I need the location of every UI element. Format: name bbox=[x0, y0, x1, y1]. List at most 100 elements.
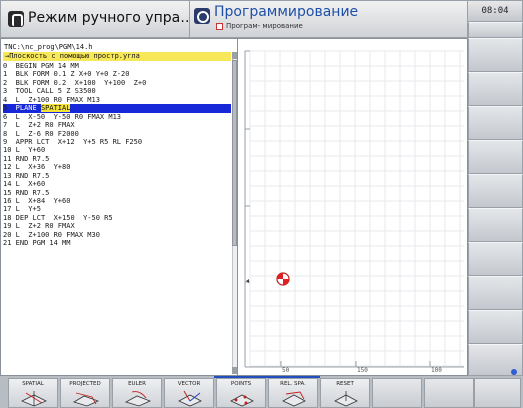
program-graphic[interactable]: 50 150 100 bbox=[238, 38, 468, 376]
program-line[interactable]: 1 BLK FORM 0.1 Z X+0 Y+0 Z-20 bbox=[3, 70, 231, 78]
program-line[interactable]: 6 L X-50 Y-50 R0 FMAX M13 bbox=[3, 113, 231, 121]
scroll-down-arrow[interactable] bbox=[232, 367, 237, 374]
manual-mode-title: Режим ручного упра… bbox=[28, 10, 195, 26]
program-line[interactable]: 13 RND R7.5 bbox=[3, 172, 231, 180]
vertical-softkey-2[interactable] bbox=[468, 38, 523, 72]
softkey-rel-spa[interactable]: REL. SPA. bbox=[268, 378, 318, 408]
program-line[interactable]: 11 RND R7.5 bbox=[3, 155, 231, 163]
line-code: L Z-6 R0 F2000 bbox=[7, 129, 79, 138]
vertical-softkey-1[interactable] bbox=[468, 22, 523, 38]
vertical-softkey-5[interactable] bbox=[468, 140, 523, 174]
vertical-softkey-10[interactable] bbox=[468, 310, 523, 344]
program-listing[interactable]: 0 BEGIN PGM 14 MM 1 BLK FORM 0.1 Z X+0 Y+… bbox=[3, 62, 231, 248]
scroll-up-arrow[interactable] bbox=[232, 52, 237, 59]
vertical-softkey-9[interactable] bbox=[468, 276, 523, 310]
line-code: L X+36 Y+80 bbox=[11, 163, 71, 172]
program-line[interactable]: 21 END PGM 14 MM bbox=[3, 239, 231, 247]
ruler-label-x100: 100 bbox=[431, 367, 442, 374]
line-code: L Y+5 bbox=[11, 205, 41, 214]
softkey-euler-label: EULER bbox=[128, 381, 146, 387]
program-line[interactable]: 10 L Y+60 bbox=[3, 146, 231, 154]
vertical-softkey-6[interactable] bbox=[468, 174, 523, 208]
softkey-spatial-label: SPATIAL bbox=[22, 381, 44, 387]
ruler-label-x50: 50 bbox=[282, 367, 290, 374]
three-points-icon bbox=[230, 394, 254, 407]
program-line[interactable]: 9 APPR LCT X+12 Y+5 R5 RL F250 bbox=[3, 138, 231, 146]
grid bbox=[249, 50, 464, 367]
softkey-empty-2[interactable] bbox=[424, 378, 474, 408]
clock: 08:04 bbox=[468, 0, 523, 22]
ruler-label-x150: 150 bbox=[357, 367, 368, 374]
softkey-reset[interactable]: RESET bbox=[320, 378, 370, 408]
line-code: END PGM 14 MM bbox=[11, 239, 71, 248]
reset-plane-icon bbox=[334, 391, 358, 407]
highlighted-keyword: SPATIAL bbox=[40, 104, 71, 113]
program-line[interactable]: 5 PLANE SPATIAL bbox=[3, 104, 231, 113]
softkey-projected-label: PROJECTED bbox=[69, 381, 101, 387]
line-code: APPR LCT X+12 Y+5 R5 RL F250 bbox=[7, 137, 143, 146]
line-code: L Z+2 R0 FMAX bbox=[11, 222, 75, 231]
line-code: RND R7.5 bbox=[11, 171, 50, 180]
program-line[interactable]: 14 L X+60 bbox=[3, 180, 231, 188]
subprogram-icon bbox=[216, 23, 223, 30]
program-mode-title: Программирование bbox=[214, 4, 359, 20]
softkey-spatial[interactable]: SPATIAL bbox=[8, 378, 58, 408]
softkey-points[interactable]: POINTS bbox=[216, 378, 266, 408]
spatial-plane-icon bbox=[21, 391, 47, 407]
program-mode-header[interactable]: Программирование Програм- мирование bbox=[190, 0, 468, 38]
projected-plane-icon bbox=[73, 392, 100, 407]
program-line[interactable]: 7 L Z+2 R0 FMAX bbox=[3, 121, 231, 129]
softkey-rel-spa-label: REL. SPA. bbox=[280, 381, 306, 387]
left-ruler bbox=[244, 50, 250, 368]
programming-icon bbox=[194, 8, 210, 24]
program-line[interactable]: 15 RND R7.5 bbox=[3, 189, 231, 197]
softkey-vector-label: VECTOR bbox=[177, 381, 201, 387]
program-line[interactable]: 16 L X+84 Y+60 bbox=[3, 197, 231, 205]
relative-spatial-icon bbox=[282, 391, 306, 407]
line-code: L Y+60 bbox=[11, 146, 46, 155]
program-line[interactable]: 19 L Z+2 R0 FMAX bbox=[3, 222, 231, 230]
vertical-softkey-7[interactable] bbox=[468, 208, 523, 242]
program-line[interactable]: 3 TOOL CALL 5 Z S3500 bbox=[3, 87, 231, 95]
program-line[interactable]: 18 DEP LCT X+150 Y-50 R5 bbox=[3, 214, 231, 222]
graphic-canvas: 50 150 100 bbox=[244, 50, 464, 374]
line-code: BLK FORM 0.1 Z X+0 Y+0 Z-20 bbox=[7, 70, 130, 79]
line-code: RND R7.5 bbox=[11, 188, 50, 197]
vertical-softkey-8[interactable] bbox=[468, 242, 523, 276]
line-code: L X-50 Y-50 R0 FMAX M13 bbox=[7, 112, 122, 121]
softkey-reset-label: RESET bbox=[336, 381, 354, 387]
line-code: L Z+100 R0 FMAX M13 bbox=[7, 95, 100, 104]
vertical-softkey-3[interactable] bbox=[468, 72, 523, 106]
softkey-projected[interactable]: PROJECTED bbox=[60, 378, 110, 408]
line-code: DEP LCT X+150 Y-50 R5 bbox=[11, 213, 113, 222]
selected-function-hint: →Плоскость с помощью простр.угла bbox=[5, 52, 140, 60]
line-code: L X+60 bbox=[11, 180, 46, 189]
line-code: L Z+100 R0 FMAX M30 bbox=[11, 230, 100, 239]
program-line[interactable]: 4 L Z+100 R0 FMAX M13 bbox=[3, 96, 231, 104]
line-code: TOOL CALL 5 Z S3500 bbox=[7, 87, 96, 96]
line-code: L Z+2 R0 FMAX bbox=[7, 121, 75, 130]
program-path: TNC:\nc_prog\PGM\14.h bbox=[4, 43, 93, 51]
line-code: L X+84 Y+60 bbox=[11, 197, 71, 205]
datum-marker bbox=[276, 272, 290, 286]
program-line[interactable]: 17 L Y+5 bbox=[3, 205, 231, 213]
softkey-vector[interactable]: VECTOR bbox=[164, 378, 214, 408]
program-line[interactable]: 20 L Z+100 R0 FMAX M30 bbox=[3, 231, 231, 239]
program-line[interactable]: 2 BLK FORM 0.2 X+100 Y+100 Z+0 bbox=[3, 79, 231, 87]
manual-mode-header[interactable]: Режим ручного упра… bbox=[0, 0, 194, 38]
softkey-empty-1[interactable] bbox=[372, 378, 422, 408]
hand-icon bbox=[8, 11, 24, 27]
program-mode-subtitle: Програм- мирование bbox=[226, 22, 303, 30]
vertical-softkey-4[interactable] bbox=[468, 106, 523, 140]
softkey-empty-3[interactable] bbox=[474, 378, 521, 408]
scrollbar-thumb[interactable] bbox=[232, 60, 237, 246]
program-line[interactable]: 8 L Z-6 R0 F2000 bbox=[3, 130, 231, 138]
line-code: PLANE bbox=[7, 104, 41, 113]
euler-angle-icon bbox=[124, 391, 152, 407]
line-code: BEGIN PGM 14 MM bbox=[7, 62, 79, 70]
status-dot bbox=[511, 369, 517, 375]
program-line[interactable]: 12 L X+36 Y+80 bbox=[3, 163, 231, 171]
softkey-euler[interactable]: EULER bbox=[112, 378, 162, 408]
program-line[interactable]: 0 BEGIN PGM 14 MM bbox=[3, 62, 231, 70]
softkey-points-label: POINTS bbox=[230, 381, 252, 387]
